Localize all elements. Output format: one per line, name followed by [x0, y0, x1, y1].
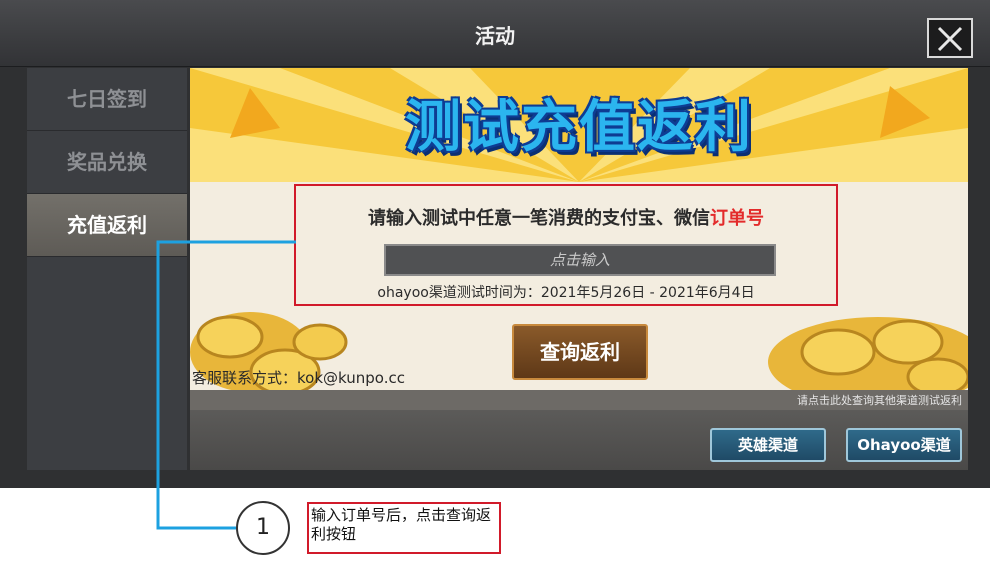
callout-text: 输入订单号后，点击查询返利按钮 — [307, 502, 501, 554]
callout-number: 1 — [236, 501, 290, 555]
annotation-connector — [156, 240, 296, 530]
